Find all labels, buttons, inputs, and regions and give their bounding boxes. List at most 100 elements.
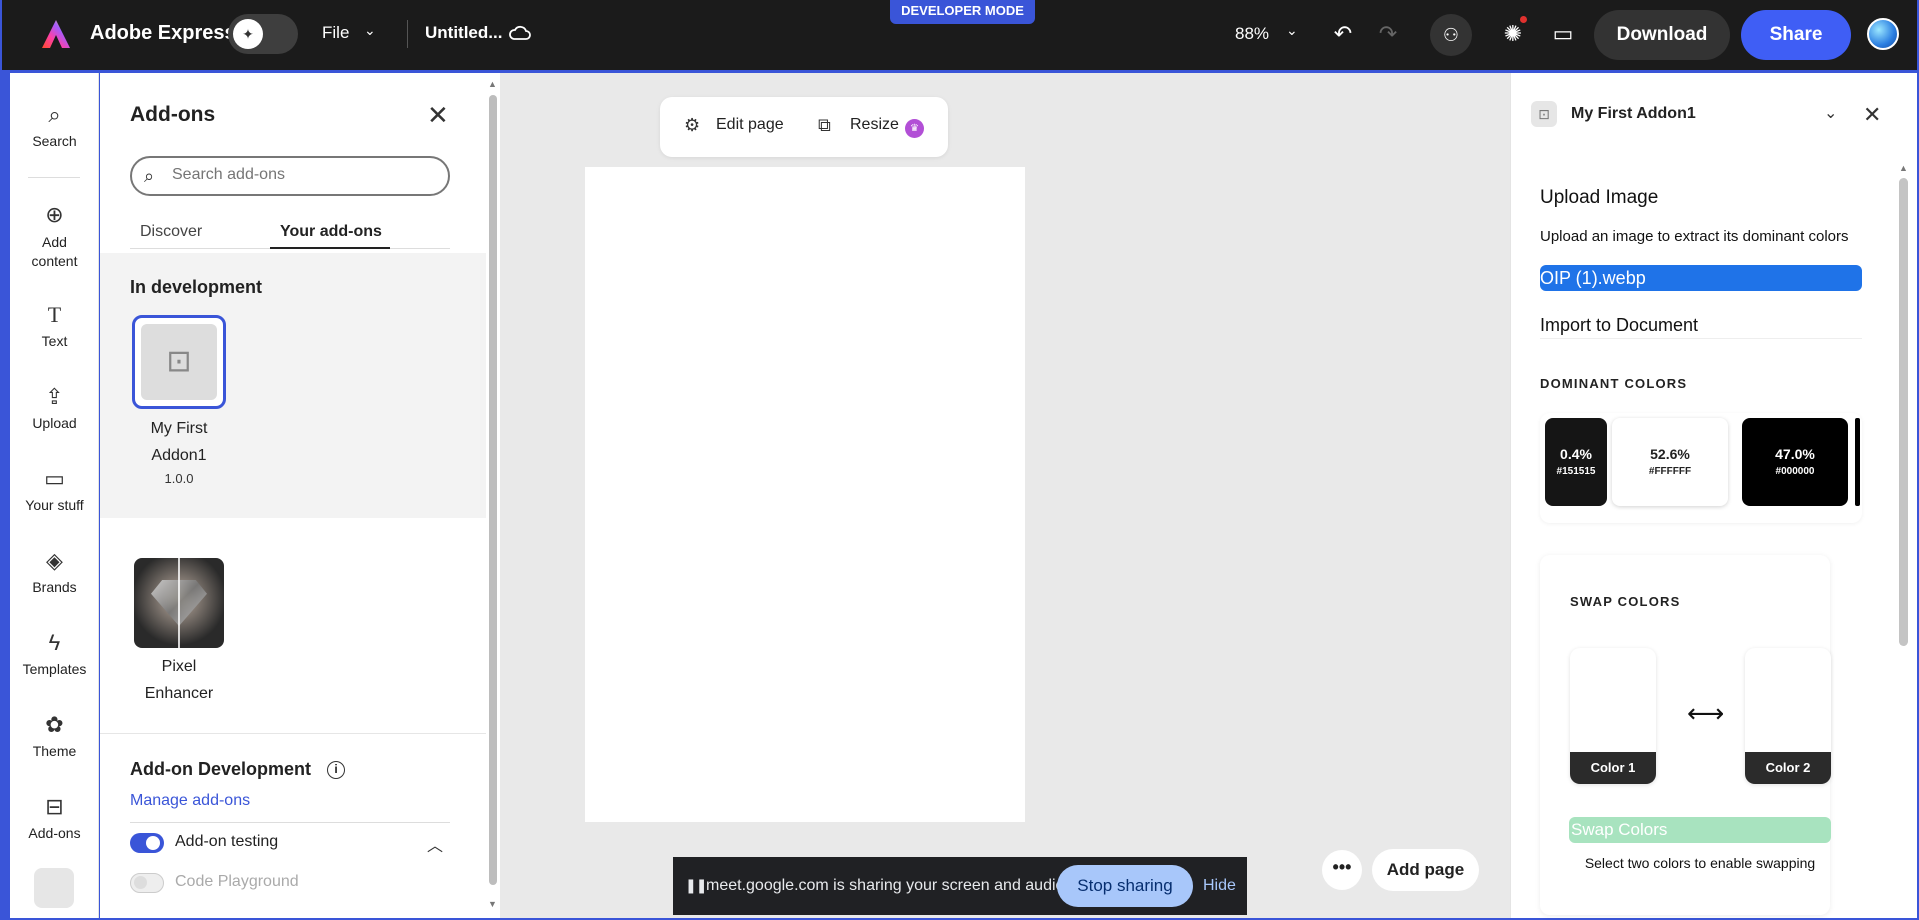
- import-to-document-button[interactable]: Import to Document: [1540, 313, 1862, 339]
- pause-icon: ❚❚: [685, 877, 707, 893]
- brand-icon: ◈: [46, 548, 63, 573]
- top-bar: DEVELOPER MODE Adobe Express ✦ File ⌄ Un…: [2, 0, 1917, 70]
- addon-testing-toggle[interactable]: [130, 833, 164, 853]
- right-panel-scrollbar[interactable]: ▲: [1896, 163, 1910, 913]
- redo-icon[interactable]: ↷: [1372, 18, 1404, 50]
- addons-icon: ⊟: [45, 794, 64, 819]
- developer-mode-badge: DEVELOPER MODE: [890, 0, 1035, 24]
- rail-item-label: Your stuff: [25, 497, 84, 513]
- file-menu[interactable]: File: [322, 23, 349, 43]
- rail-item-templates[interactable]: ϟ Templates: [10, 629, 99, 677]
- addon-name: Addon1: [151, 447, 207, 464]
- folder-icon: ▭: [44, 466, 65, 491]
- code-playground-toggle[interactable]: [130, 873, 164, 893]
- rail-item-label: Theme: [32, 743, 77, 759]
- search-box[interactable]: ⌕: [130, 156, 450, 196]
- document-page[interactable]: [585, 167, 1025, 822]
- chevron-down-icon[interactable]: ⌄: [364, 22, 376, 39]
- color-swatch[interactable]: 52.6% #FFFFFF: [1612, 418, 1728, 506]
- undo-icon[interactable]: ↶: [1327, 18, 1359, 50]
- swap-colors-label: SWAP COLORS: [1570, 594, 1681, 609]
- sliders-icon: ⚙: [684, 115, 701, 135]
- resize-icon: ⧉: [818, 115, 831, 135]
- document-title[interactable]: Untitled...: [425, 23, 502, 43]
- cloud-icon[interactable]: [507, 20, 533, 46]
- collaborate-icon[interactable]: ⚇: [1430, 14, 1472, 56]
- more-options-button[interactable]: •••: [1322, 850, 1362, 890]
- divider: [130, 822, 450, 823]
- swap-hint: Select two colors to enable swapping: [1584, 855, 1816, 871]
- adobe-express-logo[interactable]: [40, 18, 72, 50]
- search-icon: ⌕: [48, 102, 61, 127]
- notification-badge: [1518, 14, 1529, 25]
- scroll-up-arrow[interactable]: ▲: [488, 79, 497, 89]
- active-tab-indicator: [270, 247, 390, 249]
- tab-your-addons[interactable]: Your add-ons: [280, 223, 382, 241]
- rail-item-your-stuff[interactable]: ▭ Your stuff: [10, 465, 99, 513]
- rail-item-text[interactable]: T Text: [10, 301, 99, 349]
- sparkle-icon: ✦: [233, 19, 263, 49]
- close-icon[interactable]: ✕: [1863, 102, 1881, 128]
- resize-button[interactable]: Resize: [850, 116, 899, 134]
- pixel-enhancer-thumbnail[interactable]: [134, 558, 224, 648]
- divider: [178, 558, 180, 648]
- rail-item-search[interactable]: ⌕ Search: [10, 101, 99, 149]
- scroll-thumb[interactable]: [489, 95, 497, 885]
- scroll-thumb[interactable]: [1899, 178, 1908, 646]
- zoom-level[interactable]: 88%: [1235, 24, 1269, 44]
- rail-item-brands[interactable]: ◈ Brands: [10, 547, 99, 595]
- avatar[interactable]: [1867, 18, 1899, 50]
- swap-colors-button[interactable]: Swap Colors: [1569, 817, 1831, 843]
- close-icon[interactable]: ✕: [427, 102, 449, 128]
- swatch-hex: #000000: [1775, 466, 1815, 477]
- color-swatch[interactable]: 47.0% #000000: [1742, 418, 1848, 506]
- scroll-down-arrow[interactable]: ▼: [488, 899, 497, 909]
- plus-circle-icon: ⊕: [45, 202, 64, 227]
- color-swatch-partial[interactable]: [1855, 418, 1860, 506]
- upload-subtitle: Upload an image to extract its dominant …: [1540, 228, 1849, 245]
- divider: [407, 20, 408, 48]
- rail-item-label: Text: [41, 333, 68, 349]
- addon-panel-title: My First Addon1: [1571, 105, 1696, 122]
- chevron-up-icon[interactable]: ︿: [427, 832, 443, 856]
- file-input[interactable]: OIP (1).webp: [1540, 265, 1862, 291]
- manage-addons-link[interactable]: Manage add-ons: [130, 792, 250, 810]
- swap-arrow-icon: ⟷: [1687, 698, 1725, 728]
- dev-section-title: Add-on Development: [130, 759, 312, 779]
- color-2-slot[interactable]: Color 2: [1745, 648, 1831, 784]
- canvas-area: ⚙ Edit page ⧉ Resize ♛ ••• Add page ❚❚ m…: [500, 73, 1510, 918]
- hide-button[interactable]: Hide: [1203, 877, 1236, 895]
- rail-item-label: Add-ons: [28, 825, 81, 841]
- addon-right-panel: ⊡ My First Addon1 ⌄ ✕ ▲ Upload Image Upl…: [1510, 73, 1917, 918]
- upload-title: Upload Image: [1540, 187, 1659, 208]
- addons-scrollbar[interactable]: ▲ ▼: [486, 73, 500, 918]
- add-page-button[interactable]: Add page: [1372, 849, 1479, 891]
- section-title: In development: [130, 277, 263, 297]
- rail-item-add-content[interactable]: ⊕ Add content: [10, 201, 99, 271]
- addon-version: 1.0.0: [164, 471, 194, 486]
- stop-sharing-button[interactable]: Stop sharing: [1057, 865, 1193, 907]
- edit-page-button[interactable]: Edit page: [716, 116, 784, 134]
- rail-item-upload[interactable]: ⇪ Upload: [10, 383, 99, 431]
- color-swatch[interactable]: 0.4% #151515: [1545, 418, 1607, 506]
- scroll-up-arrow[interactable]: ▲: [1899, 163, 1908, 173]
- download-button[interactable]: Download: [1594, 10, 1730, 60]
- chevron-down-icon[interactable]: ⌄: [1286, 22, 1298, 39]
- ai-toggle[interactable]: ✦: [228, 14, 298, 54]
- search-input[interactable]: [172, 166, 432, 184]
- info-icon[interactable]: i: [327, 761, 345, 779]
- rail-item-label: Upload: [32, 415, 77, 431]
- brand-name: Adobe Express: [90, 22, 236, 44]
- divider: [28, 177, 80, 178]
- code-playground-label: Code Playground: [175, 873, 299, 890]
- comment-icon[interactable]: ▭: [1547, 18, 1579, 50]
- chevron-down-icon[interactable]: ⌄: [1824, 103, 1837, 123]
- rail-item-add-ons[interactable]: ⊟ Add-ons: [10, 793, 99, 841]
- rail-item-theme[interactable]: ✿ Theme: [10, 711, 99, 759]
- color-1-slot[interactable]: Color 1: [1570, 648, 1656, 784]
- swatch-hex: #FFFFFF: [1648, 466, 1692, 477]
- panel-title: Add-ons: [130, 103, 216, 126]
- dev-addon-card[interactable]: ⊡: [132, 315, 226, 409]
- tab-discover[interactable]: Discover: [140, 223, 202, 241]
- share-button[interactable]: Share: [1741, 10, 1851, 60]
